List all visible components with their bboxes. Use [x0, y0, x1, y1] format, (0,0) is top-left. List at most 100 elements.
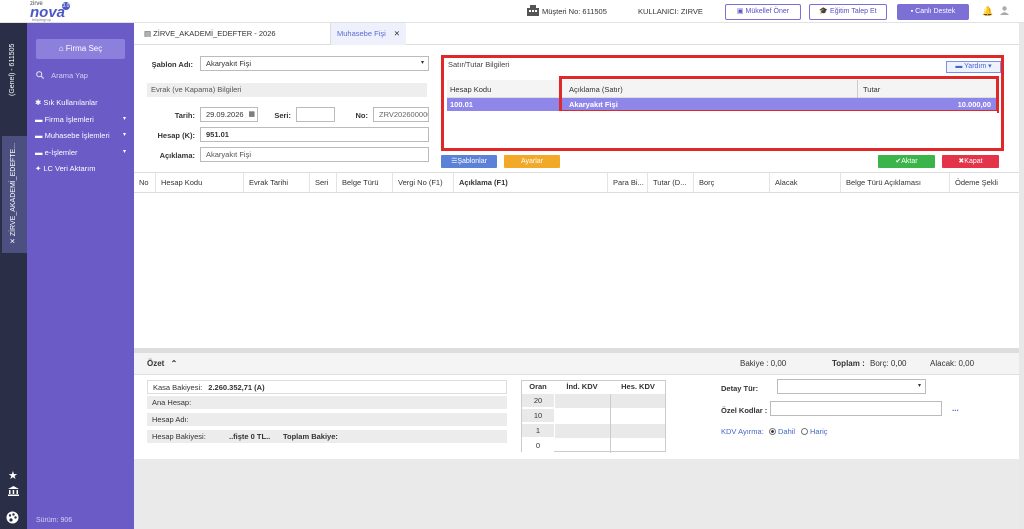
close-icon[interactable]: ✕ [10, 238, 17, 244]
top-bar: zirve nova 3.0 bilişimgrup Müşteri No: 6… [0, 0, 1024, 23]
sidebar-item-lc-veri-aktarim[interactable]: ✦ LC Veri Aktarım [35, 164, 134, 173]
ozel-kodlar-label: Özel Kodlar : [721, 406, 768, 415]
sablon-label: Şablon Adı: [151, 60, 193, 69]
user-icon[interactable] [1000, 6, 1009, 17]
calendar-icon[interactable]: ▦ [248, 108, 255, 121]
cell-hesap-kodu[interactable]: 100.01 [450, 100, 473, 109]
bank-icon[interactable] [8, 486, 19, 498]
col-evrak-tarihi[interactable]: Evrak Tarihi [244, 173, 310, 193]
logo-sub: bilişimgrup [32, 17, 52, 22]
tarih-value: 29.09.2026 [206, 110, 244, 119]
kapat-button[interactable]: ✖Kapat [942, 155, 999, 168]
sidebar-item-label: Sık Kullanılanlar [43, 98, 98, 107]
company-tab-label: ✕ ZİRVE_AKADEMİ_EDEFTE... [9, 143, 17, 244]
sidebar-item-label: Muhasebe İşlemleri [44, 131, 110, 140]
sablon-value: Akaryakıt Fişi [206, 59, 252, 68]
chevron-down-icon: ▾ [917, 383, 921, 389]
kdv-rate: 1 [522, 424, 554, 438]
document-icon: ▤ [144, 29, 154, 38]
toplam-bakiye-label: Toplam Bakiye: [283, 432, 338, 441]
more-button[interactable]: ... [952, 404, 959, 413]
tab-muhasebe-fisi[interactable]: Muhasebe Fişi ✕ [330, 23, 407, 45]
firma-sec-button[interactable]: ⌂ Firma Seç [36, 39, 125, 59]
radio-unchecked-icon [801, 428, 808, 435]
ozet-bar: Özet ⌃ Bakiye : 0,00 Toplam : Borç: 0,00… [134, 353, 1024, 375]
canli-destek-label: Canlı Destek [915, 8, 956, 15]
sidebar-item-label: LC Veri Aktarım [43, 164, 96, 173]
hesap-input[interactable]: 951.01 [200, 127, 429, 142]
satir-grid-body [447, 111, 997, 143]
col-alacak[interactable]: Alacak [770, 173, 841, 193]
palette-icon[interactable] [6, 511, 19, 526]
kdv-rate: 0 [522, 439, 554, 453]
company-tab[interactable]: ✕ ZİRVE_AKADEMİ_EDEFTE... [2, 136, 27, 253]
folder-icon: ▬ [35, 115, 45, 124]
nova-logo[interactable]: zirve nova 3.0 bilişimgrup [30, 1, 70, 22]
col-borc[interactable]: Borç [694, 173, 770, 193]
col-belge-turu[interactable]: Belge Türü [337, 173, 393, 193]
tab-company-label: ZİRVE_AKADEMİ_EDEFTER - 2026 [153, 29, 276, 38]
mukellef-oner-button[interactable]: ▣ Mükellef Öner [725, 4, 801, 20]
col-aciklama[interactable]: Açıklama (F1) [454, 173, 608, 193]
no-label: No: [355, 111, 369, 120]
col-hesap-kodu[interactable]: Hesap Kodu [156, 173, 244, 193]
sablonlar-label: Şablonlar [457, 158, 487, 165]
bell-icon[interactable]: 🔔 [982, 6, 993, 17]
voucher-lines-grid: No Hesap Kodu Evrak Tarihi Seri Belge Tü… [134, 172, 1024, 348]
hesap-label: Hesap (K): [157, 131, 195, 140]
sidebar-item-favorites[interactable]: ✱ Sık Kullanılanlar [35, 98, 134, 107]
tab-company[interactable]: ▤ ZİRVE_AKADEMİ_EDEFTER - 2026 [144, 29, 276, 38]
left-company-bar: (Genel) - 611505 ✕ ZİRVE_AKADEMİ_EDEFTE.… [0, 23, 27, 529]
bakiye: Bakiye : 0,00 [740, 359, 787, 368]
grid-header: No Hesap Kodu Evrak Tarihi Seri Belge Tü… [134, 173, 1024, 193]
detay-tur-select[interactable]: ▾ [777, 379, 926, 394]
kdv-table: Oran İnd. KDV Hes. KDV 20 10 1 0 [521, 380, 666, 453]
tarih-label: Tarih: [174, 111, 195, 120]
search-placeholder: Arama Yap [51, 71, 88, 80]
hesap-adi-label: Hesap Adı: [152, 415, 189, 424]
canli-destek-button[interactable]: ▪ Canlı Destek [897, 4, 969, 20]
hesap-adi-row: Hesap Adı: [147, 413, 507, 427]
egitim-talep-button[interactable]: 🎓 Eğitim Talep Et [809, 4, 887, 20]
haric-radio[interactable]: Hariç [801, 427, 828, 436]
kdv-rate: 10 [522, 409, 554, 423]
seri-input[interactable] [296, 107, 335, 122]
search-icon [36, 71, 46, 80]
fiste-label: ..fişte 0 TL.. [229, 432, 271, 441]
col-vergi-no[interactable]: Vergi No (F1) [393, 173, 454, 193]
sidebar-item-muhasebe-islemleri[interactable]: ▬ Muhasebe İşlemleri ▾ [35, 131, 134, 140]
dahil-radio[interactable]: Dahil [769, 427, 795, 436]
kdv-ayirma-label: KDV Ayırma: [721, 427, 764, 436]
yardim-button[interactable]: ▬ Yardım ▾ [946, 61, 1001, 73]
col-hesap-kodu[interactable]: Hesap Kodu [450, 85, 491, 94]
tarih-input[interactable]: 29.09.2026 ▦ [200, 107, 258, 122]
col-no[interactable]: No [134, 173, 156, 193]
ayarlar-button[interactable]: Ayarlar [504, 155, 560, 168]
ozel-kodlar-input[interactable] [770, 401, 942, 416]
highlight-box [559, 76, 999, 113]
hesap-value: 951.01 [206, 130, 229, 139]
radio-checked-icon [769, 428, 776, 435]
star-icon[interactable]: ★ [8, 469, 18, 482]
sablon-select[interactable]: Akaryakıt Fişi ▾ [200, 56, 429, 71]
sidebar-search[interactable]: Arama Yap [36, 71, 126, 85]
kasa-label: Kasa Bakiyesi: [153, 383, 203, 392]
col-odeme-sekli[interactable]: Ödeme Şekli [950, 173, 1020, 193]
chevron-down-icon: ▾ [986, 63, 992, 70]
ozet-area: Kasa Bakiyesi: 2.260.352,71 (A) Ana Hesa… [134, 375, 1024, 459]
sidebar-item-firma-islemleri[interactable]: ▬ Firma İşlemleri ▾ [35, 115, 134, 124]
ozet-toggle[interactable]: Özet ⌃ [147, 359, 177, 368]
scrollbar[interactable] [1019, 23, 1024, 529]
sablonlar-button[interactable]: ☰Şablonlar [441, 155, 497, 168]
sidebar-item-e-islemler[interactable]: ▬ e-İşlemler ▾ [35, 148, 134, 157]
kasa-value: 2.260.352,71 (A) [208, 383, 265, 392]
col-para-birimi[interactable]: Para Bi... [608, 173, 648, 193]
aktar-button[interactable]: ✔Aktar [878, 155, 935, 168]
aciklama-input[interactable]: Akaryakıt Fişi [200, 147, 429, 162]
col-belge-turu-aciklamasi[interactable]: Belge Türü Açıklaması [841, 173, 950, 193]
col-tutar-doviz[interactable]: Tutar (D... [648, 173, 694, 193]
chevron-down-icon: ▾ [123, 116, 127, 122]
col-seri[interactable]: Seri [310, 173, 337, 193]
close-icon[interactable]: ✕ [394, 29, 400, 38]
no-input[interactable]: ZRV202600000 [373, 107, 429, 122]
